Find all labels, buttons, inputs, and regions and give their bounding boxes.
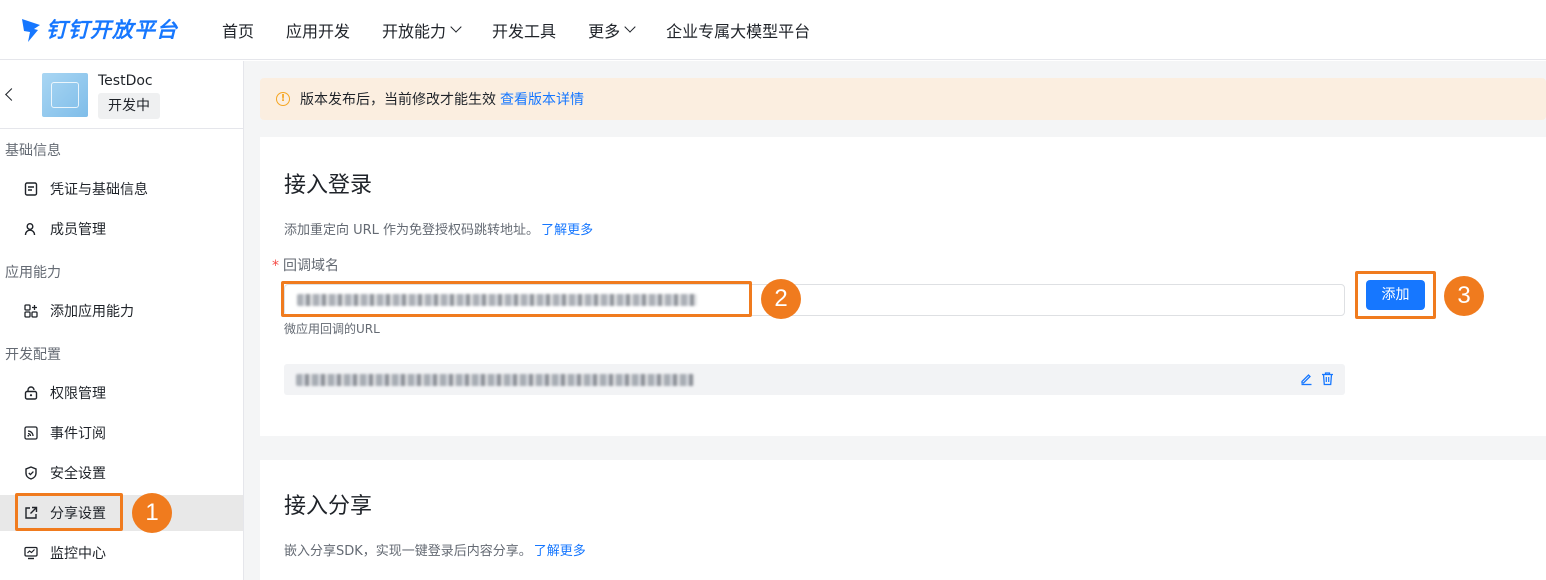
sidebar-item-monitor[interactable]: 监控中心 [0, 535, 243, 571]
highlight-add-button [1355, 271, 1436, 319]
card-description: 嵌入分享SDK，实现一键登录后内容分享。 了解更多 [284, 540, 586, 559]
highlight-callback-input [281, 281, 752, 317]
learn-more-link[interactable]: 了解更多 [534, 544, 586, 559]
chevron-down-icon [450, 21, 462, 33]
sidebar-section-capabilities: 应用能力 [5, 265, 61, 281]
step-badge-2: 2 [761, 279, 801, 319]
nav-label: 更多 [588, 22, 621, 41]
redacted-url-value [296, 374, 694, 386]
card-description: 添加重定向 URL 作为免登授权码跳转地址。 了解更多 [284, 219, 593, 238]
nav-label: 开发工具 [492, 22, 557, 41]
sidebar-item-label: 安全设置 [50, 466, 106, 482]
callback-domain-label: * 回调域名 [272, 255, 339, 275]
required-mark: * [272, 258, 279, 274]
chevron-down-icon [624, 21, 636, 33]
sidebar-item-label: 事件订阅 [50, 426, 106, 442]
view-version-details-link[interactable]: 查看版本详情 [500, 89, 584, 109]
sidebar-item-events[interactable]: 事件订阅 [0, 415, 243, 451]
top-navigation-bar: 钉钉开放平台 首页 应用开发 开放能力 开发工具 更多 企业专属大模型平台 [0, 0, 1546, 60]
card-desc-text: 添加重定向 URL 作为免登授权码跳转地址。 [284, 223, 540, 238]
nav-label: 企业专属大模型平台 [666, 22, 811, 41]
step-badge-1: 1 [132, 493, 172, 533]
nav-item-home[interactable]: 首页 [222, 18, 254, 42]
warning-icon: ! [276, 92, 290, 106]
monitor-icon [24, 546, 38, 560]
edit-icon[interactable] [1299, 371, 1314, 386]
step-badge-3: 3 [1444, 276, 1484, 316]
row-actions [1293, 371, 1335, 386]
sidebar-item-label: 添加应用能力 [50, 304, 134, 320]
version-notice-banner: ! 版本发布后，当前修改才能生效 查看版本详情 [260, 78, 1546, 120]
highlight-share-settings [15, 493, 123, 531]
field-label-text: 回调域名 [283, 258, 339, 274]
learn-more-link[interactable]: 了解更多 [541, 223, 593, 238]
shield-icon [24, 466, 38, 480]
main-content: ! 版本发布后，当前修改才能生效 查看版本详情 接入登录 添加重定向 URL 作… [244, 61, 1546, 580]
lock-icon [24, 386, 38, 400]
sidebar-item-security[interactable]: 安全设置 [0, 455, 243, 491]
brand-logo[interactable]: 钉钉开放平台 [20, 12, 178, 46]
sidebar-item-label: 成员管理 [50, 222, 106, 238]
callback-url-list-item [284, 364, 1345, 395]
sidebar-item-permissions[interactable]: 权限管理 [0, 375, 243, 411]
sidebar-section-basic: 基础信息 [5, 143, 61, 159]
sidebar-item-members[interactable]: 成员管理 [0, 211, 243, 247]
nav-label: 首页 [222, 22, 255, 41]
app-avatar [42, 73, 88, 117]
apps-add-icon [24, 304, 38, 318]
sidebar-section-dev-config: 开发配置 [5, 347, 61, 363]
share-integration-card: 接入分享 嵌入分享SDK，实现一键登录后内容分享。 了解更多 [260, 460, 1546, 580]
nav-label: 应用开发 [286, 22, 351, 41]
dingtalk-logo-icon [22, 19, 40, 42]
nav-item-enterprise-llm[interactable]: 企业专属大模型平台 [666, 18, 810, 42]
nav-label: 开放能力 [382, 22, 447, 41]
back-arrow-icon[interactable] [5, 88, 18, 101]
brand-name: 钉钉开放平台 [46, 18, 178, 42]
nav-item-more[interactable]: 更多 [588, 18, 636, 42]
rss-icon [24, 426, 38, 440]
credential-icon [24, 182, 38, 196]
sidebar-item-label: 监控中心 [50, 546, 106, 562]
notice-text: 版本发布后，当前修改才能生效 [300, 92, 496, 108]
card-desc-text: 嵌入分享SDK，实现一键登录后内容分享。 [284, 544, 532, 559]
app-header: TestDoc 开发中 [0, 61, 243, 129]
status-badge: 开发中 [98, 93, 160, 119]
nav-item-open-capabilities[interactable]: 开放能力 [382, 18, 462, 42]
nav-item-dev-tools[interactable]: 开发工具 [492, 18, 556, 42]
card-title: 接入登录 [284, 173, 373, 198]
field-hint: 微应用回调的URL [284, 322, 380, 336]
nav-item-app-dev[interactable]: 应用开发 [286, 18, 350, 42]
card-title: 接入分享 [284, 494, 373, 519]
sidebar-item-label: 权限管理 [50, 386, 106, 402]
user-icon [24, 222, 38, 236]
sidebar-item-label: 凭证与基础信息 [50, 182, 148, 198]
sidebar-item-add-capability[interactable]: 添加应用能力 [0, 293, 243, 329]
sidebar-item-credentials[interactable]: 凭证与基础信息 [0, 171, 243, 207]
delete-icon[interactable] [1320, 371, 1335, 386]
main-nav: 首页 应用开发 开放能力 开发工具 更多 企业专属大模型平台 [222, 0, 842, 60]
app-name: TestDoc [98, 73, 153, 89]
